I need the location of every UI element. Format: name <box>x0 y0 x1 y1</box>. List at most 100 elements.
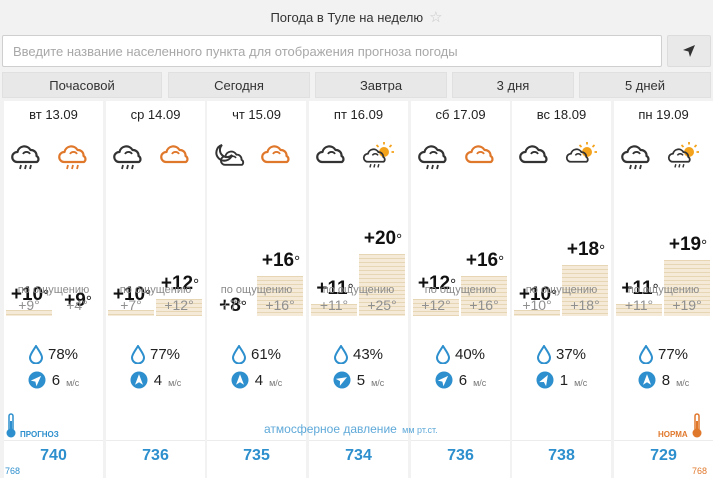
humidity-drop-icon <box>28 345 43 364</box>
humidity-value: 77% <box>657 346 689 363</box>
divider <box>106 440 205 441</box>
humidity: 37% <box>512 345 611 364</box>
day-temp: +18° <box>566 239 606 260</box>
tab-5-days[interactable]: 5 дней <box>579 72 711 98</box>
location-arrow-icon <box>683 45 695 57</box>
scale-value-left: 768 <box>5 466 21 476</box>
night-feels-like: +9° <box>18 297 40 313</box>
sun-cloud-rain-icon <box>362 142 394 168</box>
night-feels-like: +7° <box>120 297 142 313</box>
divider <box>4 440 103 441</box>
day-date: вс 18.09 <box>536 107 587 122</box>
humidity-drop-icon <box>638 345 653 364</box>
cloud-rain-icon <box>621 145 650 170</box>
wind: 1 м/с <box>512 371 611 389</box>
wind-unit: м/с <box>269 377 283 388</box>
sun-cloud-icon <box>565 142 597 163</box>
wind-unit: м/с <box>371 377 385 388</box>
wind-unit: м/с <box>473 377 487 388</box>
pressure-value: 735 <box>243 447 270 464</box>
feels-like-label: по ощущению <box>220 284 293 296</box>
wind-unit: м/с <box>168 377 182 388</box>
pressure-unit: мм рт.ст. <box>402 425 438 435</box>
locate-button[interactable] <box>667 35 711 67</box>
wind: 4 м/с <box>106 371 205 389</box>
pressure-caption: атмосферное давление мм рт.ст. <box>264 422 438 436</box>
humidity-value: 61% <box>250 346 282 363</box>
forecast-marker: ПРОГНОЗ <box>5 413 59 439</box>
humidity: 77% <box>106 345 205 364</box>
night-feels-like: +11° <box>624 297 654 313</box>
humidity-value: 77% <box>149 346 181 363</box>
humidity-drop-icon <box>435 345 450 364</box>
search-row <box>2 35 711 69</box>
wind-speed: 4 <box>254 371 264 389</box>
star-icon[interactable]: ☆ <box>429 10 442 25</box>
thermometer-icon <box>692 413 702 438</box>
wind: 6 м/с <box>4 371 103 389</box>
feels-like-label: по ощущению <box>424 284 497 296</box>
cloud-rain-icon <box>113 145 142 170</box>
humidity-value: 37% <box>555 346 587 363</box>
wind-unit: м/с <box>676 377 690 388</box>
humidity: 40% <box>411 345 510 364</box>
day-feels-like: +16° <box>469 297 499 313</box>
wind-speed: 8 <box>661 371 671 389</box>
tab-hourly[interactable]: Почасовой <box>2 72 162 98</box>
day-column[interactable]: ср 14.09 +10° +12° по ощущению +7° +12° 77% 4 м/… <box>106 101 205 478</box>
feels-like-label: по ощущению <box>525 284 598 296</box>
feels-like-label: по ощущению <box>119 284 192 296</box>
moon-cloud-icon <box>215 144 245 166</box>
wind-direction-icon <box>638 371 656 389</box>
night-feels-like: +10° <box>522 297 552 313</box>
wind-direction-icon <box>333 371 351 389</box>
tab-tomorrow[interactable]: Завтра <box>315 72 447 98</box>
pressure-value: 736 <box>142 447 169 464</box>
cloud-rain-icon <box>418 145 447 170</box>
pressure-caption-text: атмосферное давление <box>264 422 397 436</box>
day-feels-like: +4° <box>66 297 88 313</box>
day-column[interactable]: вс 18.09 +10° +18° по ощущению +10° +18° 37% 1 м… <box>512 101 611 478</box>
wind-speed: 4 <box>153 371 163 389</box>
feels-like-label: по ощущению <box>17 284 90 296</box>
norm-marker: НОРМА <box>658 413 703 439</box>
day-temp: +19° <box>668 234 708 255</box>
period-tabs: Почасовой Сегодня Завтра 3 дня 5 дней <box>0 72 713 98</box>
divider <box>512 440 611 441</box>
divider <box>411 440 510 441</box>
day-date: сб 17.09 <box>435 107 486 122</box>
humidity-drop-icon <box>130 345 145 364</box>
humidity: 77% <box>614 345 713 364</box>
feels-like-label: по ощущению <box>322 284 395 296</box>
thermometer-icon <box>6 413 16 438</box>
header: Погода в Туле на неделю ☆ <box>0 0 713 34</box>
pressure-value: 738 <box>548 447 575 464</box>
tab-3-days[interactable]: 3 дня <box>452 72 574 98</box>
day-temp: +20° <box>363 228 403 249</box>
day-date: ср 14.09 <box>130 107 181 122</box>
wind: 6 м/с <box>411 371 510 389</box>
feels-like-label: по ощущению <box>627 284 700 296</box>
pressure-value: 734 <box>345 447 372 464</box>
search-input[interactable] <box>2 35 662 67</box>
day-temp: +16° <box>465 250 505 271</box>
day-feels-like: +25° <box>367 297 397 313</box>
wind-direction-icon <box>28 371 46 389</box>
humidity-value: 40% <box>454 346 486 363</box>
wind-direction-icon <box>435 371 453 389</box>
scale-value-right: 768 <box>692 466 708 476</box>
wind-speed: 1 <box>559 371 569 389</box>
cloud-rain-icon <box>58 145 87 170</box>
humidity-drop-icon <box>231 345 246 364</box>
day-date: чт 15.09 <box>232 107 281 122</box>
pressure-value: 740 <box>40 447 67 464</box>
day-feels-like: +18° <box>570 297 600 313</box>
cloud-icon <box>519 145 548 164</box>
night-feels-like: +12° <box>421 297 451 313</box>
wind: 5 м/с <box>309 371 408 389</box>
wind-unit: м/с <box>66 377 80 388</box>
cloud-rain-icon <box>11 145 40 170</box>
day-date: вт 13.09 <box>29 107 78 122</box>
tab-today[interactable]: Сегодня <box>168 72 310 98</box>
humidity-drop-icon <box>536 345 551 364</box>
